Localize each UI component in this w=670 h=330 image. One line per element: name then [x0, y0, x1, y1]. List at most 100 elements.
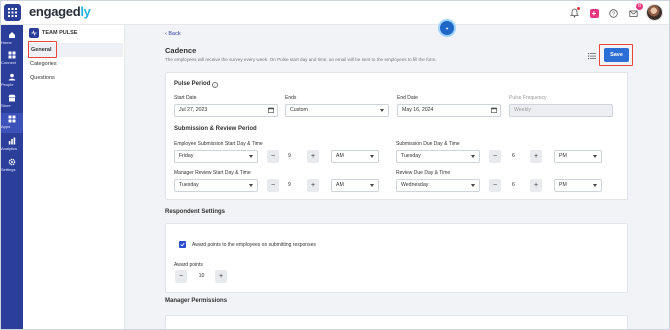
highlight-box [28, 41, 57, 58]
help-button[interactable]: ? [606, 6, 620, 20]
subnav-categories-label: Categories [30, 61, 57, 67]
emp-start-ampm-value: AM [336, 153, 344, 159]
frequency-value: Weekly [514, 107, 531, 113]
rev-due-ampm-select[interactable]: PM [554, 179, 602, 192]
ends-label: Ends [285, 95, 297, 101]
award-points-increment[interactable]: + [215, 270, 227, 283]
nav-people[interactable]: People [1, 71, 23, 91]
calendar-icon [268, 107, 274, 113]
nav-settings-label: Settings [1, 167, 16, 172]
mgr-start-ampm-value: AM [336, 182, 344, 188]
sub-due-ampm-select[interactable]: PM [554, 150, 602, 163]
store-icon [8, 94, 16, 102]
emp-start-ampm-select[interactable]: AM [331, 150, 379, 163]
save-highlight-box [599, 44, 633, 66]
app-window: engagedly + ? 8 Home Connect People Stor… [0, 0, 670, 330]
top-bar: engagedly + ? 8 [1, 1, 669, 25]
ends-value: Custom [290, 107, 308, 113]
grid-icon [8, 8, 17, 17]
nav-analytics[interactable]: Analytics [1, 135, 23, 155]
chevron-down-icon [370, 155, 374, 158]
nav-apps[interactable]: Apps [1, 113, 23, 133]
emp-start-hour-increment[interactable]: + [307, 150, 319, 163]
rev-due-hour-value[interactable]: 6 [505, 179, 522, 192]
user-avatar[interactable] [646, 4, 663, 21]
start-date-field[interactable]: Jul 27, 2023 [174, 104, 278, 117]
pulse-period-title: Pulse Period [174, 81, 211, 87]
list-view-icon[interactable] [588, 52, 596, 60]
page-description: The employees will receive the survey ev… [165, 57, 437, 62]
notification-dot [577, 7, 580, 10]
subnav-questions[interactable]: Questions [30, 71, 55, 85]
svg-text:?: ? [611, 11, 614, 17]
subnav-questions-label: Questions [30, 75, 55, 81]
nav-connect[interactable]: Connect [1, 49, 23, 69]
gear-icon [8, 158, 16, 166]
inbox-badge: 8 [636, 3, 643, 10]
rev-due-label: Review Due Day & Time [396, 170, 451, 176]
start-date-label: Start Date [174, 95, 197, 101]
emp-start-hour-decrement[interactable]: − [267, 150, 279, 163]
award-points-value[interactable]: 10 [193, 270, 210, 283]
back-link[interactable]: ‹ Back [165, 31, 181, 37]
award-points-label: Award points [174, 262, 203, 268]
end-date-value: May 16, 2024 [402, 107, 434, 113]
logo-main-text: engaged [29, 4, 81, 19]
rev-due-hour-decrement[interactable]: − [489, 179, 501, 192]
frequency-label: Pulse Frequency [509, 95, 547, 101]
check-icon [180, 242, 185, 247]
sub-due-day-select[interactable]: Tuesday [396, 150, 480, 163]
sub-due-hour-value[interactable]: 6 [505, 150, 522, 163]
nav-people-label: People [1, 82, 14, 87]
rev-due-ampm-value: PM [559, 182, 567, 188]
sub-due-day-value: Tuesday [401, 153, 421, 159]
mgr-start-hour-increment[interactable]: + [307, 179, 319, 192]
info-icon[interactable]: i [212, 82, 218, 88]
app-launcher-button[interactable] [4, 4, 21, 21]
award-points-checkbox-label: Award points to the employees on submitt… [192, 242, 316, 248]
nav-home[interactable]: Home [1, 29, 23, 49]
calendar-icon [491, 107, 497, 113]
engagedly-logo[interactable]: engagedly [29, 4, 91, 19]
emp-start-day-select[interactable]: Friday [174, 150, 258, 163]
nav-connect-label: Connect [1, 60, 16, 65]
module-sidebar: TEAM PULSE General Categories Questions [23, 25, 125, 329]
chevron-down-icon [471, 184, 475, 187]
mgr-start-ampm-select[interactable]: AM [331, 179, 379, 192]
sub-due-hour-increment[interactable]: + [530, 150, 542, 163]
nav-analytics-label: Analytics [1, 146, 18, 151]
manager-permissions-card [165, 315, 628, 329]
team-pulse-icon [29, 28, 39, 38]
mgr-start-label: Manager Review Start Day & Time [174, 170, 251, 176]
inbox-button[interactable]: 8 [626, 3, 643, 20]
nav-settings[interactable]: Settings [1, 156, 23, 176]
logo-accent-text: ly [80, 4, 91, 19]
chevron-down-icon [370, 184, 374, 187]
left-nav: Home Connect People Store Apps Analytics… [1, 25, 23, 329]
end-date-field[interactable]: May 16, 2024 [397, 104, 501, 117]
rev-due-day-value: Wednesday [401, 182, 429, 188]
mgr-start-day-value: Tuesday [179, 182, 199, 188]
notifications-button[interactable] [567, 6, 581, 20]
create-button[interactable]: + [587, 6, 601, 20]
mgr-start-hour-decrement[interactable]: − [267, 179, 279, 192]
start-date-value: Jul 27, 2023 [179, 107, 208, 113]
back-label: Back [168, 31, 181, 37]
mgr-start-day-select[interactable]: Tuesday [174, 179, 258, 192]
sub-due-hour-decrement[interactable]: − [489, 150, 501, 163]
ends-select[interactable]: Custom [285, 104, 389, 117]
rev-due-hour-increment[interactable]: + [530, 179, 542, 192]
chevron-down-icon [249, 155, 253, 158]
chevron-down-icon [380, 109, 384, 112]
connect-icon [8, 51, 16, 59]
people-icon [8, 73, 16, 81]
mgr-start-hour-value[interactable]: 9 [281, 179, 298, 192]
award-points-checkbox[interactable] [179, 241, 186, 248]
rev-due-day-select[interactable]: Wednesday [396, 179, 480, 192]
award-points-decrement[interactable]: − [175, 270, 187, 283]
emp-start-hour-value[interactable]: 9 [281, 150, 298, 163]
subnav-categories[interactable]: Categories [30, 57, 57, 71]
nav-store[interactable]: Store [1, 92, 23, 112]
nav-apps-label: Apps [1, 124, 11, 129]
end-date-label: End Date [397, 95, 418, 101]
